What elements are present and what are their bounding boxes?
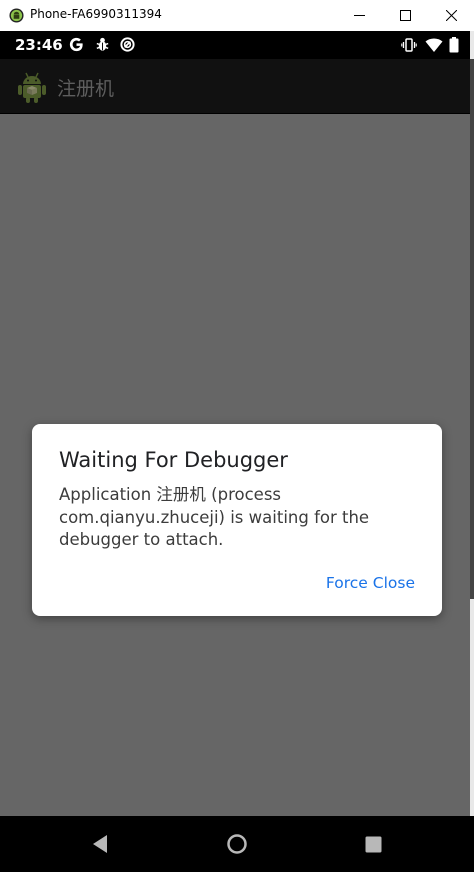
recents-icon (365, 836, 381, 852)
scrollbar-thumb[interactable] (470, 59, 474, 599)
recents-button[interactable] (345, 816, 401, 872)
back-icon (93, 835, 107, 853)
status-bar: 23:46 (0, 31, 470, 59)
close-icon (445, 10, 457, 21)
phone-screen: 23:46 注册机 Waiting For Debugger Applicati… (0, 31, 474, 872)
battery-icon (449, 37, 459, 53)
back-button[interactable] (72, 816, 128, 872)
dialog-message: Application 注册机 (process com.qianyu.zhuc… (59, 485, 370, 549)
close-button[interactable] (428, 0, 474, 31)
home-button[interactable] (209, 816, 265, 872)
sync-icon (120, 37, 135, 52)
window-titlebar: Phone-FA6990311394 (0, 0, 474, 31)
android-app-icon (9, 8, 24, 23)
window-title: Phone-FA6990311394 (30, 7, 162, 21)
app-title: 注册机 (57, 78, 115, 100)
waiting-for-debugger-dialog: Waiting For Debugger Application 注册机 (pr… (32, 424, 442, 616)
minimize-icon (353, 15, 365, 16)
maximize-button[interactable] (382, 0, 428, 31)
content-scrim: Waiting For Debugger Application 注册机 (pr… (0, 114, 470, 816)
dialog-title: Waiting For Debugger (59, 448, 288, 472)
app-bar: 注册机 (0, 59, 470, 114)
maximize-icon (399, 10, 411, 21)
google-icon (69, 37, 83, 52)
wifi-icon (425, 38, 443, 52)
home-icon (227, 834, 247, 854)
bug-icon (96, 37, 109, 51)
navigation-bar (0, 816, 474, 872)
status-time: 23:46 (15, 36, 63, 54)
minimize-button[interactable] (336, 0, 382, 31)
android-robot-icon (18, 72, 46, 103)
force-close-button[interactable]: Force Close (326, 574, 415, 592)
vibrate-icon (401, 38, 417, 52)
